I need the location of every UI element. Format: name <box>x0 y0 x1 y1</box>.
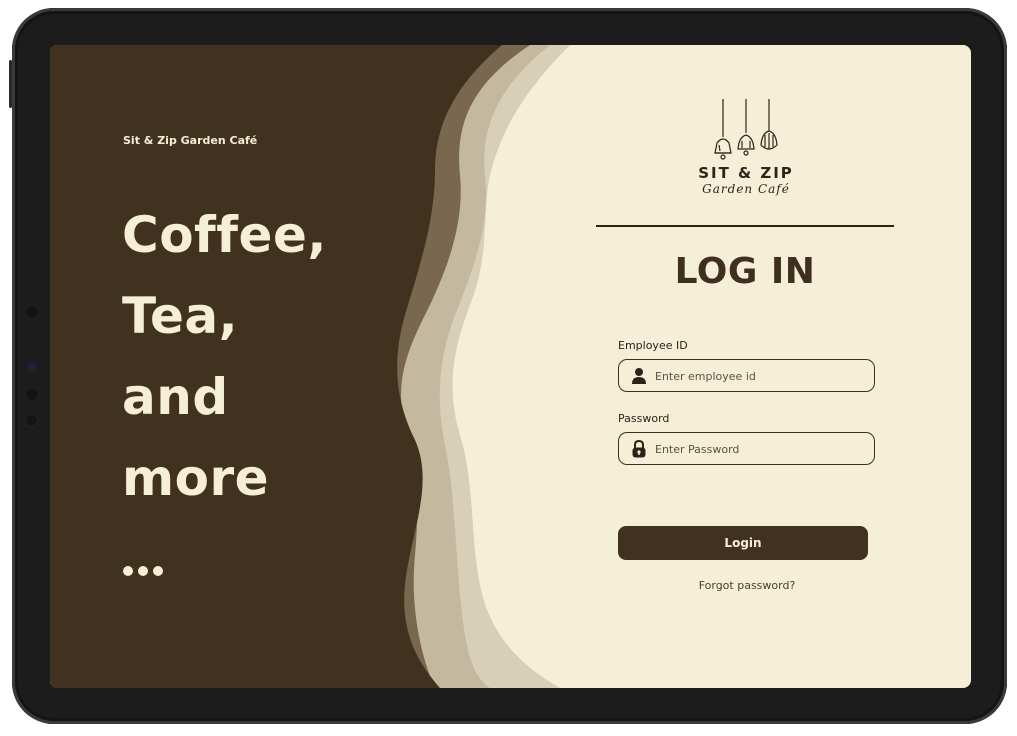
logo-script: Garden Café <box>702 182 790 196</box>
login-button[interactable]: Login <box>618 526 868 560</box>
ellipsis-dot <box>153 566 163 576</box>
hero-line-tea: Tea, <box>122 287 239 345</box>
password-label: Password <box>618 412 670 425</box>
camera-sensor-icon <box>26 306 38 318</box>
camera-lens-icon <box>28 363 36 371</box>
logo-title: SIT & ZIP <box>698 164 794 182</box>
volume-button <box>9 60 12 108</box>
camera-sensor-icon <box>26 415 37 426</box>
ellipsis-dot <box>138 566 148 576</box>
camera-sensor-icon <box>26 388 38 400</box>
employee-id-input[interactable] <box>655 366 865 386</box>
lock-icon <box>632 440 646 458</box>
employee-id-label: Employee ID <box>618 339 688 352</box>
password-input[interactable] <box>655 439 865 459</box>
ellipsis-dots <box>123 566 163 576</box>
employee-id-field[interactable] <box>618 359 875 392</box>
password-field[interactable] <box>618 432 875 465</box>
hero-line-and: and <box>122 368 229 426</box>
app-screen: Sit & Zip Garden Café Coffee, Tea, and m… <box>50 45 971 688</box>
forgot-password-link[interactable]: Forgot password? <box>618 579 876 592</box>
hero-line-coffee: Coffee, <box>122 206 327 264</box>
ellipsis-dot <box>123 566 133 576</box>
login-title: LOG IN <box>674 251 816 292</box>
header-divider <box>596 225 894 227</box>
brand-name: Sit & Zip Garden Café <box>123 134 258 147</box>
hero-line-more: more <box>122 449 270 507</box>
user-icon <box>632 368 646 384</box>
